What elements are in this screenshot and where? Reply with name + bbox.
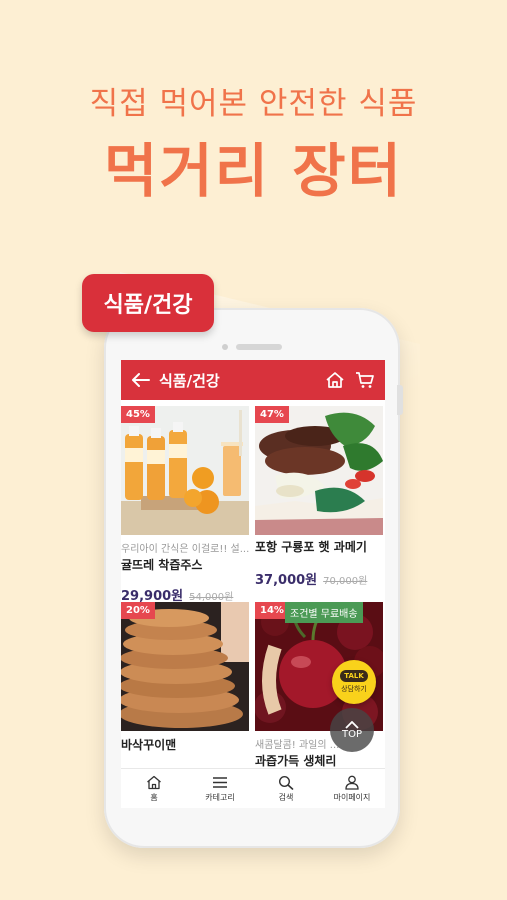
promo-subtitle: 직접 먹어본 안전한 식품 [89,86,418,122]
talk-icon: TALK [340,670,368,682]
product-name[interactable]: 포항 구룡포 햇 과메기 [255,538,383,555]
discount-badge: 45% [121,406,155,423]
discount-badge: 20% [121,602,155,619]
nav-label: 검색 [278,792,294,802]
product-card[interactable]: 45% 우리아이 간식은 이걸로!! 설... 귤뜨레 착즙주스 29,900원… [121,406,249,604]
user-icon [345,775,359,790]
menu-icon [213,776,227,788]
home-icon[interactable] [325,371,345,389]
cart-icon[interactable] [355,371,375,389]
bottom-nav: 홈 카테고리 검색 마이페이지 [121,768,385,808]
product-name[interactable]: 귤뜨레 착즙주스 [121,556,249,573]
kakao-talk-button[interactable]: TALK 상담하기 [332,660,376,704]
home-icon [147,775,161,789]
product-image-juice[interactable]: 45% [121,406,249,535]
product-name[interactable]: 과즙가득 생체리 [255,752,383,769]
nav-home[interactable]: 홈 [121,769,187,808]
scroll-top-button[interactable]: TOP [330,708,374,752]
top-label: TOP [341,728,362,740]
product-original-price: 70,000원 [323,576,368,587]
free-shipping-badge: 조건별 무료배송 [285,602,363,623]
product-price: 37,000원 [255,573,318,588]
talk-label: 상담하기 [341,685,367,693]
product-card[interactable]: 20% 바삭꾸이맨 [121,602,249,753]
product-original-price: 54,000원 [189,592,234,603]
product-card[interactable]: 47% 포항 구룡포 햇 과메기 37,000원 70,000원 [255,406,383,588]
search-icon [278,775,294,790]
nav-category[interactable]: 카테고리 [187,769,253,808]
app-bar: 식품/건강 [121,360,385,400]
nav-label: 홈 [150,792,158,802]
nav-search[interactable]: 검색 [253,769,319,808]
app-bar-title: 식품/건강 [159,371,220,390]
chevron-up-icon [345,720,359,729]
product-name[interactable]: 바삭꾸이맨 [121,736,249,753]
nav-label: 카테고리 [205,792,235,802]
promo-title: 먹거리 장터 [104,137,403,205]
phone-speaker [236,344,282,350]
product-image-crisp[interactable]: 20% [121,602,249,731]
phone-camera [222,344,228,350]
product-image-gwamegi[interactable]: 47% [255,406,383,535]
discount-badge: 47% [255,406,289,423]
discount-badge: 14% [255,602,289,619]
nav-mypage[interactable]: 마이페이지 [319,769,385,808]
phone-side-button [397,385,403,415]
arrow-left-icon[interactable] [131,372,151,388]
category-tag: 식품/건강 [82,274,214,332]
product-subtitle: 우리아이 간식은 이걸로!! 설... [121,544,249,555]
nav-label: 마이페이지 [333,792,371,802]
